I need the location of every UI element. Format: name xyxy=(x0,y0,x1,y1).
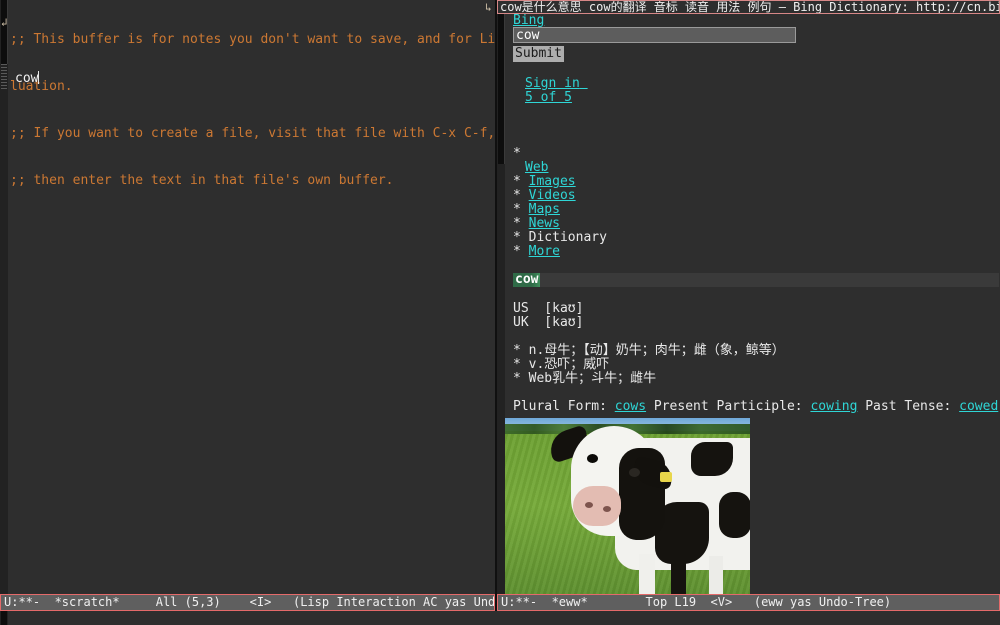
cow-photo[interactable] xyxy=(505,418,750,594)
definition-verb-text: v.恐吓；威吓 xyxy=(528,357,610,372)
nav-link-videos[interactable]: Videos xyxy=(529,188,576,203)
nav-item-0: * xyxy=(513,147,521,161)
echo-area-fringe-thumb xyxy=(1,611,7,625)
echo-area-fringe xyxy=(0,611,8,625)
eww-modeline[interactable]: U:**- *eww* Top L19 <V> (eww yas Undo-Tr… xyxy=(497,594,1000,611)
nav-item-maps[interactable]: * Maps xyxy=(513,203,560,217)
sign-in-row: Sign in xyxy=(525,77,588,91)
inflection-row: Plural Form: cows Present Participle: co… xyxy=(513,400,998,414)
nav-bullet-icon: * xyxy=(513,146,521,161)
nav-bullet-icon: * xyxy=(513,244,521,259)
line-wrap-indicator-icon: ↲ xyxy=(1,16,8,29)
definition-verb: * v.恐吓；威吓 xyxy=(513,358,609,372)
definition-web-text: Web乳牛；斗牛；雌牛 xyxy=(528,371,657,386)
scratch-line-3: ;; If you want to create a file, visit t… xyxy=(10,125,495,141)
photo-cow-leg-3 xyxy=(709,556,723,594)
nav-item-dictionary: * Dictionary xyxy=(513,231,607,245)
text-cursor xyxy=(38,71,40,84)
participle-label: Present Participle: xyxy=(646,399,811,414)
plural-form-link[interactable]: cows xyxy=(615,399,646,414)
photo-cow-leg-2 xyxy=(671,558,686,594)
right-window-fringe xyxy=(497,14,505,594)
echo-area xyxy=(0,611,1000,625)
pronunciation-us: US [kaʊ] xyxy=(513,301,584,316)
definition-noun-text: n.母牛；【动】奶牛；肉牛；雌（象，鲸等） xyxy=(528,343,785,358)
nav-link-images[interactable]: Images xyxy=(529,174,576,189)
present-participle-link[interactable]: cowing xyxy=(810,399,857,414)
nav-bullet-icon: * xyxy=(513,188,521,203)
result-count-link[interactable]: 5 of 5 xyxy=(525,90,572,105)
nav-label-dictionary: Dictionary xyxy=(528,230,607,245)
nav-bullet-icon: * xyxy=(513,174,521,189)
nav-link-more[interactable]: More xyxy=(529,244,560,259)
photo-cow-eye-right xyxy=(629,468,640,477)
scratch-window[interactable]: ;; This buffer is for notes you don't wa… xyxy=(0,0,495,594)
word-heading-background xyxy=(513,273,999,287)
nav-item-images[interactable]: * Images xyxy=(513,175,576,189)
scratch-typed-text[interactable]: cow xyxy=(15,71,40,86)
search-input[interactable] xyxy=(513,27,796,43)
pronunciation-uk: UK [kaʊ] xyxy=(513,315,584,330)
bing-home-link[interactable]: Bing xyxy=(513,13,544,28)
left-window-scrollbar-thumb[interactable] xyxy=(1,0,8,64)
nav-bullet-icon: * xyxy=(513,230,521,245)
nav-item-news[interactable]: * News xyxy=(513,217,560,231)
scratch-comment-block: ;; This buffer is for notes you don't wa… xyxy=(10,1,495,219)
left-window-fringe-marks xyxy=(1,64,7,90)
photo-cow-leg-1 xyxy=(639,554,655,594)
photo-cow-patch-1 xyxy=(691,442,733,476)
scratch-line-4: ;; then enter the text in that file's ow… xyxy=(10,172,394,188)
photo-cow-eye-left xyxy=(587,454,598,463)
nav-item-web[interactable]: Web xyxy=(525,161,548,175)
definition-web: * Web乳牛；斗牛；雌牛 xyxy=(513,372,656,386)
photo-cow-ear-tag xyxy=(660,472,672,482)
scratch-buffer-body[interactable]: ;; This buffer is for notes you don't wa… xyxy=(8,0,495,594)
nav-bullet-icon: * xyxy=(513,216,521,231)
definition-bullet-icon: * xyxy=(513,357,521,372)
definition-noun: * n.母牛；【动】奶牛；肉牛；雌（象，鲸等） xyxy=(513,344,785,358)
word-heading: cow xyxy=(513,272,541,287)
scratch-modeline[interactable]: U:**- *scratch* All (5,3) <I> (Lisp Inte… xyxy=(0,594,495,611)
photo-cow-nostril-left xyxy=(585,502,593,508)
submit-button[interactable]: Submit xyxy=(513,46,564,62)
nav-link-news[interactable]: News xyxy=(529,216,560,231)
past-tense-link[interactable]: cowed xyxy=(959,399,998,414)
line-continuation-icon: ↳ xyxy=(485,1,492,14)
nav-link-web[interactable]: Web xyxy=(525,160,548,175)
sign-in-link[interactable]: Sign in xyxy=(525,76,580,91)
right-window-scrollbar-thumb[interactable] xyxy=(498,14,505,164)
scratch-line-2: luation. xyxy=(10,78,73,94)
nav-item-videos[interactable]: * Videos xyxy=(513,189,576,203)
scratch-line-1: ;; This buffer is for notes you don't wa… xyxy=(10,32,495,48)
left-window-fringe xyxy=(0,0,8,594)
photo-cow-nostril-right xyxy=(603,506,611,512)
plural-label: Plural Form: xyxy=(513,399,615,414)
scratch-typed-value: cow xyxy=(15,71,39,86)
definition-bullet-icon: * xyxy=(513,343,521,358)
past-tense-label: Past Tense: xyxy=(857,399,960,414)
photo-cow-muzzle xyxy=(573,486,621,526)
nav-item-more[interactable]: * More xyxy=(513,245,560,259)
nav-link-maps[interactable]: Maps xyxy=(529,202,560,217)
bing-brand-row: Bing xyxy=(513,14,544,28)
emacs-frame: ;; This buffer is for notes you don't wa… xyxy=(0,0,1000,625)
result-count-row: 5 of 5 xyxy=(525,91,572,105)
nav-bullet-icon: * xyxy=(513,202,521,217)
photo-cow-patch-3 xyxy=(719,492,750,538)
sign-in-trailing-space xyxy=(580,76,588,91)
definition-bullet-icon: * xyxy=(513,371,521,386)
